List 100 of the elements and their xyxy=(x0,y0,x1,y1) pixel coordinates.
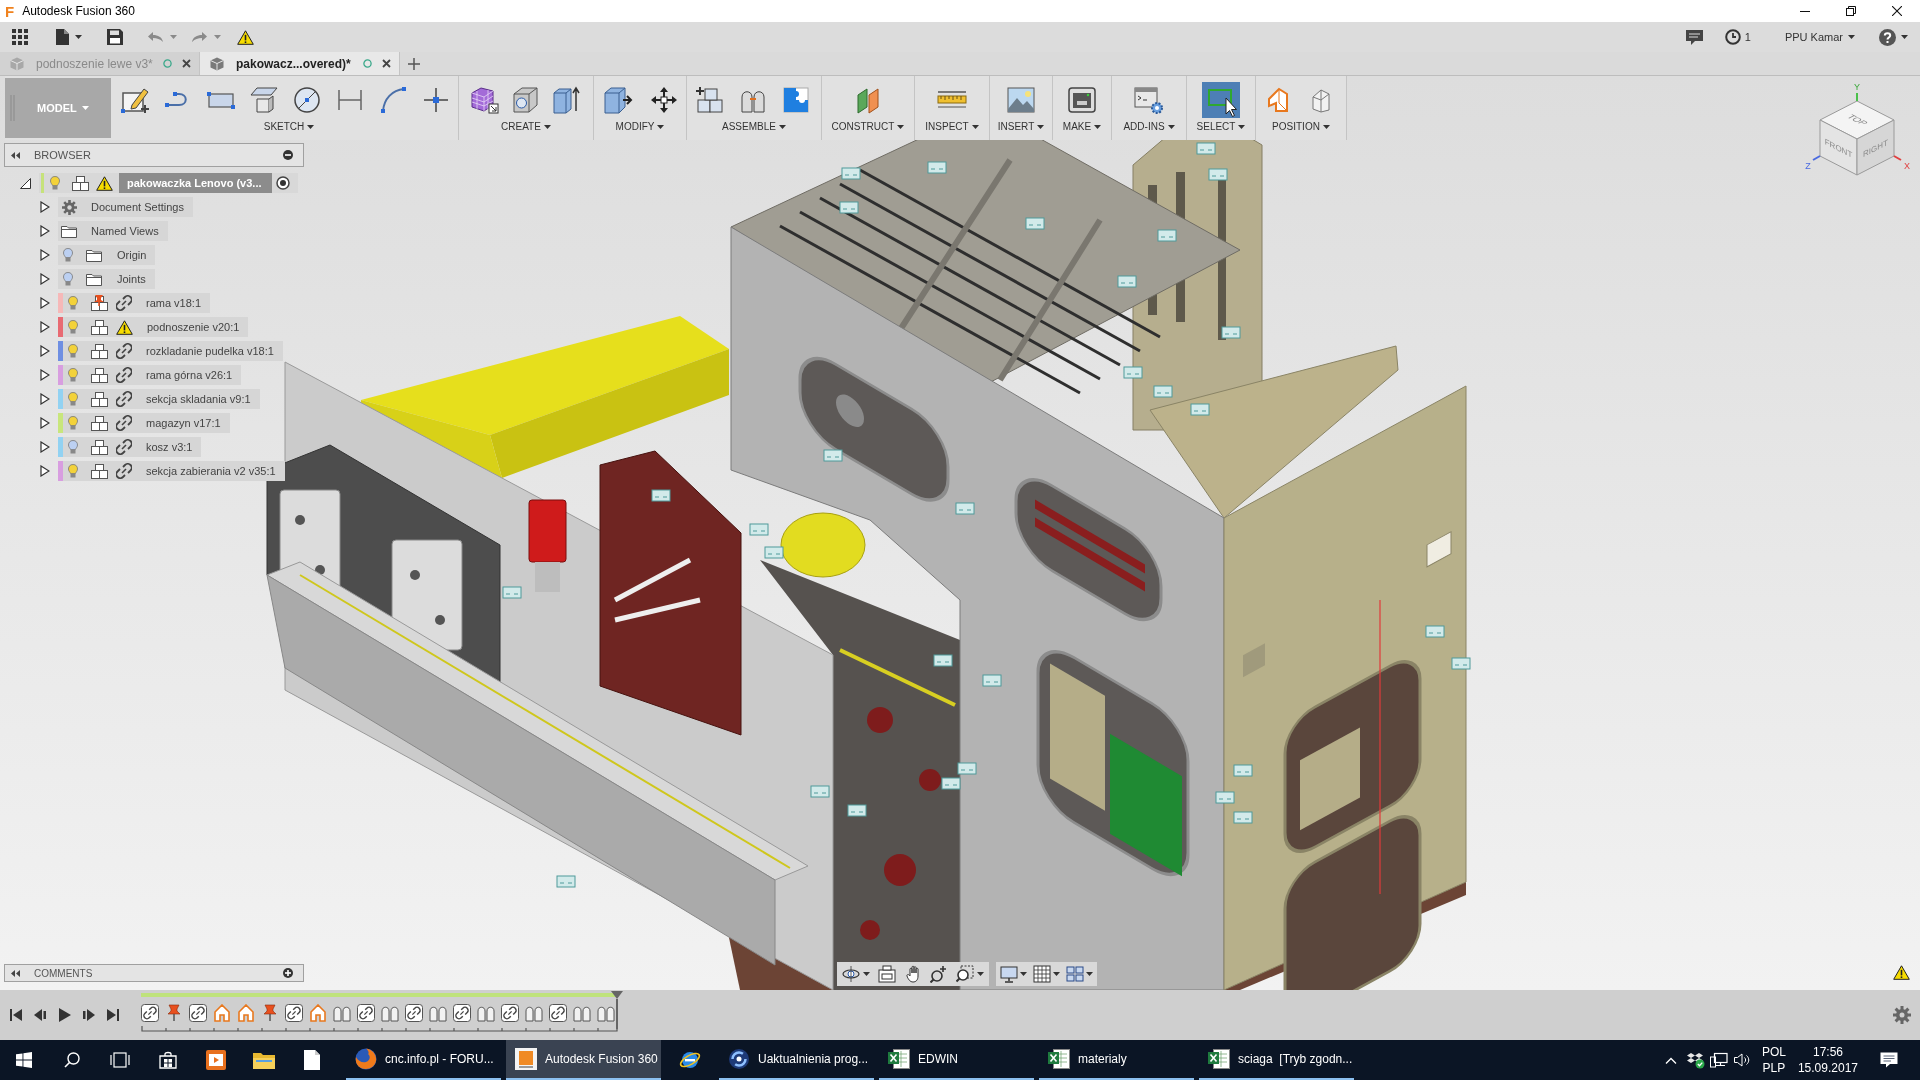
plus-icon[interactable] xyxy=(408,57,420,70)
caret-icon[interactable] xyxy=(1848,35,1855,39)
box-arrow-icon[interactable] xyxy=(551,85,581,115)
tree-toggle-icon[interactable] xyxy=(40,369,50,381)
step-back-icon[interactable] xyxy=(34,1009,47,1021)
tree-row[interactable]: Origin xyxy=(58,245,156,265)
tree-row[interactable]: rozkladanie pudelka v18:1 xyxy=(58,341,283,361)
pan-hand-icon[interactable] xyxy=(906,965,920,983)
lattice-cube-icon[interactable] xyxy=(469,85,499,115)
grid-icon[interactable] xyxy=(12,29,28,45)
landscape-image-icon[interactable] xyxy=(1006,85,1036,115)
arc-icon[interactable] xyxy=(378,85,408,115)
tree-toggle-icon[interactable] xyxy=(40,465,50,477)
caret-icon[interactable] xyxy=(897,125,905,129)
taskbar-button[interactable]: Autodesk Fusion 360 xyxy=(506,1040,661,1080)
link-icon[interactable] xyxy=(549,1004,567,1022)
link-icon[interactable] xyxy=(453,1004,471,1022)
search-icon[interactable] xyxy=(64,1052,80,1068)
tree-row[interactable]: magazyn v17:1 xyxy=(58,413,230,433)
taskbar-button[interactable]: cnc.info.pl - FORU... xyxy=(346,1040,501,1080)
skip-to-end-icon[interactable] xyxy=(106,1009,119,1021)
toolbar-menu[interactable]: CREATE xyxy=(501,122,551,132)
arch-pair-icon[interactable] xyxy=(333,1004,351,1022)
script-gear-icon[interactable] xyxy=(1134,85,1164,115)
action-center-icon[interactable] xyxy=(1880,1052,1898,1068)
skip-to-start-icon[interactable] xyxy=(10,1009,23,1021)
tree-toggle-icon[interactable] xyxy=(40,273,50,285)
caret-icon[interactable] xyxy=(1094,125,1102,129)
move-arrows-icon[interactable] xyxy=(649,85,679,115)
activate-radio-icon[interactable] xyxy=(275,176,290,190)
link-icon[interactable] xyxy=(501,1004,519,1022)
tree-toggle-icon[interactable] xyxy=(40,297,50,309)
windows-start-icon[interactable] xyxy=(16,1052,32,1068)
job-status-button[interactable]: 1 xyxy=(1724,28,1751,46)
speaker-icon[interactable] xyxy=(1733,1053,1750,1067)
select-cursor-icon[interactable] xyxy=(1202,82,1240,118)
minimize-icon[interactable] xyxy=(1800,10,1810,12)
house-outline-icon[interactable] xyxy=(213,1004,231,1022)
tree-toggle-icon[interactable] xyxy=(40,321,50,333)
pin-icon[interactable] xyxy=(165,1004,183,1022)
arch-pair-icon[interactable] xyxy=(381,1004,399,1022)
house-outline-icon[interactable] xyxy=(237,1004,255,1022)
toolbar-menu[interactable]: MODIFY xyxy=(615,122,665,132)
caret-icon[interactable] xyxy=(543,125,551,129)
link-icon[interactable] xyxy=(141,1004,159,1022)
document-icon[interactable] xyxy=(304,1050,320,1070)
pin-icon[interactable] xyxy=(261,1004,279,1022)
tree-toggle-icon[interactable] xyxy=(40,249,50,261)
document-icon[interactable] xyxy=(56,29,69,45)
folder-icon[interactable] xyxy=(253,1051,275,1069)
taskbar-button[interactable]: EDWIN xyxy=(879,1040,1034,1080)
tree-row[interactable]: podnoszenie v20:1 xyxy=(58,317,249,337)
toolbar-menu[interactable]: SKETCH xyxy=(263,122,315,132)
step-forward-icon[interactable] xyxy=(82,1009,95,1021)
tree-row[interactable]: Document Settings xyxy=(58,197,193,217)
settings-icon[interactable] xyxy=(1893,1006,1911,1024)
caret-icon[interactable] xyxy=(971,125,979,129)
caret-icon[interactable] xyxy=(1037,125,1045,129)
caret-icon[interactable] xyxy=(778,125,786,129)
toolbar-menu[interactable]: MAKE xyxy=(1062,122,1102,132)
caret-icon[interactable] xyxy=(977,972,984,976)
media-player-icon[interactable] xyxy=(206,1050,226,1070)
cube-arrow-icon[interactable] xyxy=(603,85,633,115)
collapse-panel-icon[interactable] xyxy=(11,969,20,977)
look-at-icon[interactable] xyxy=(878,965,896,983)
link-icon[interactable] xyxy=(357,1004,375,1022)
tree-row[interactable]: rama górna v26:1 xyxy=(58,365,242,385)
undo-icon[interactable] xyxy=(147,31,164,43)
taskbar-button[interactable]: sciaga [Tryb zgodn... xyxy=(1199,1040,1354,1080)
caret-icon[interactable] xyxy=(657,125,665,129)
tree-toggle-icon[interactable] xyxy=(40,441,50,453)
caret-icon[interactable] xyxy=(1167,125,1175,129)
help-icon[interactable] xyxy=(1879,28,1896,46)
cube-icon[interactable] xyxy=(510,85,540,115)
grid-icon[interactable] xyxy=(1033,965,1051,983)
caret-icon[interactable] xyxy=(1322,125,1330,129)
tree-row[interactable]: sekcja zabierania v2 v35:1 xyxy=(58,461,285,481)
comment-icon[interactable] xyxy=(1685,29,1703,45)
save-icon[interactable] xyxy=(107,29,123,45)
user-menu[interactable]: PPU Kamar xyxy=(1784,28,1855,46)
tree-toggle-icon[interactable] xyxy=(40,201,50,213)
task-view-icon[interactable] xyxy=(110,1052,130,1068)
redo-icon[interactable] xyxy=(191,31,208,43)
link-icon[interactable] xyxy=(405,1004,423,1022)
tree-row[interactable]: sekcja skladania v9:1 xyxy=(58,389,260,409)
house-outline-icon[interactable] xyxy=(309,1004,327,1022)
caret-icon[interactable] xyxy=(1901,35,1908,39)
network-icon[interactable] xyxy=(1709,1052,1728,1068)
caret-icon[interactable] xyxy=(307,125,315,129)
tree-row[interactable]: Joints xyxy=(58,269,155,289)
stacked-blocks-icon[interactable] xyxy=(695,85,725,115)
viewports-icon[interactable] xyxy=(1066,966,1084,982)
caret-icon[interactable] xyxy=(1020,972,1027,976)
toolbar-menu[interactable]: INSPECT xyxy=(925,122,979,132)
plus-circle-icon[interactable] xyxy=(283,968,293,978)
printer-icon[interactable] xyxy=(1067,85,1097,115)
toolbar-menu[interactable]: ASSEMBLE xyxy=(722,122,786,132)
caret-icon[interactable] xyxy=(1238,125,1246,129)
collapse-panel-icon[interactable] xyxy=(11,151,20,159)
monitor-icon[interactable] xyxy=(1000,965,1018,983)
